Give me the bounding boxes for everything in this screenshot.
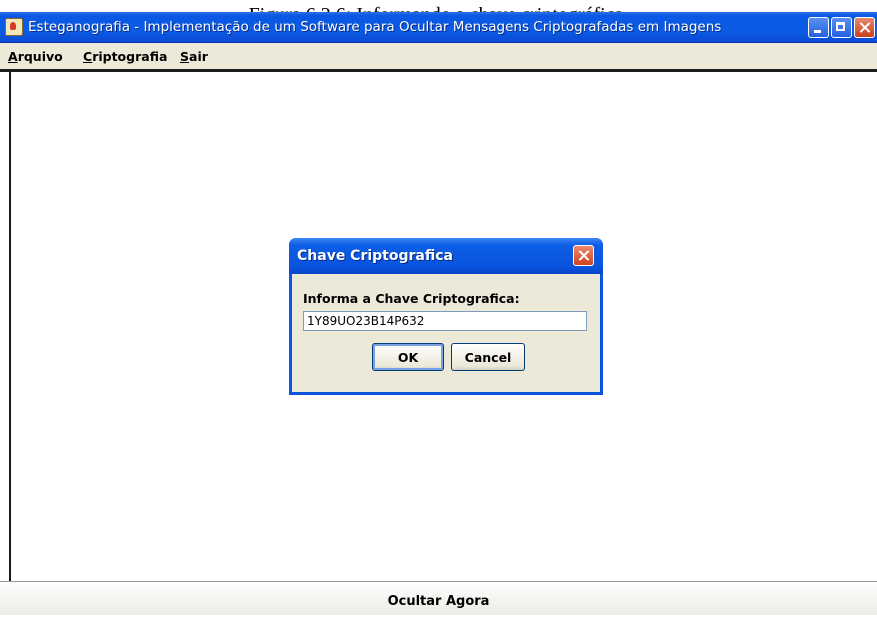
dialog-close-button[interactable] <box>573 245 594 266</box>
menu-sair[interactable]: Sair <box>180 49 208 64</box>
bottom-bar: Ocultar Agora <box>0 581 877 615</box>
key-prompt-label: Informa a Chave Criptografica: <box>303 291 520 306</box>
menu-criptografia-label: riptografia <box>92 49 168 64</box>
crypto-key-dialog: Chave Criptografica Informa a Chave Crip… <box>289 238 603 395</box>
ok-button[interactable]: OK <box>372 343 444 371</box>
menu-criptografia-mnemonic: C <box>83 49 93 64</box>
close-window-button[interactable] <box>854 17 875 38</box>
dialog-title-bar[interactable]: Chave Criptografica <box>289 238 603 274</box>
menu-sair-label: air <box>189 49 208 64</box>
maximize-button[interactable] <box>831 17 852 38</box>
window-title: Esteganografia - Implementação de um Sof… <box>28 19 722 35</box>
menu-arquivo-label: rquivo <box>17 49 63 64</box>
cancel-button[interactable]: Cancel <box>451 343 525 371</box>
menu-arquivo-mnemonic: A <box>8 49 18 64</box>
title-bar[interactable]: Esteganografia - Implementação de um Sof… <box>0 12 877 43</box>
hide-now-button[interactable]: Ocultar Agora <box>0 582 877 616</box>
minimize-button[interactable] <box>808 17 829 38</box>
menu-sair-mnemonic: S <box>180 49 190 64</box>
menu-arquivo[interactable]: Arquivo <box>8 49 63 64</box>
dialog-title: Chave Criptografica <box>297 248 453 264</box>
java-app-icon[interactable] <box>5 18 23 36</box>
crypto-key-input[interactable] <box>303 311 587 331</box>
menu-criptografia[interactable]: Criptografia <box>83 49 167 64</box>
menu-bar: Arquivo Criptografia Sair <box>0 43 877 72</box>
dialog-body: Informa a Chave Criptografica: OK Cancel <box>292 274 600 392</box>
